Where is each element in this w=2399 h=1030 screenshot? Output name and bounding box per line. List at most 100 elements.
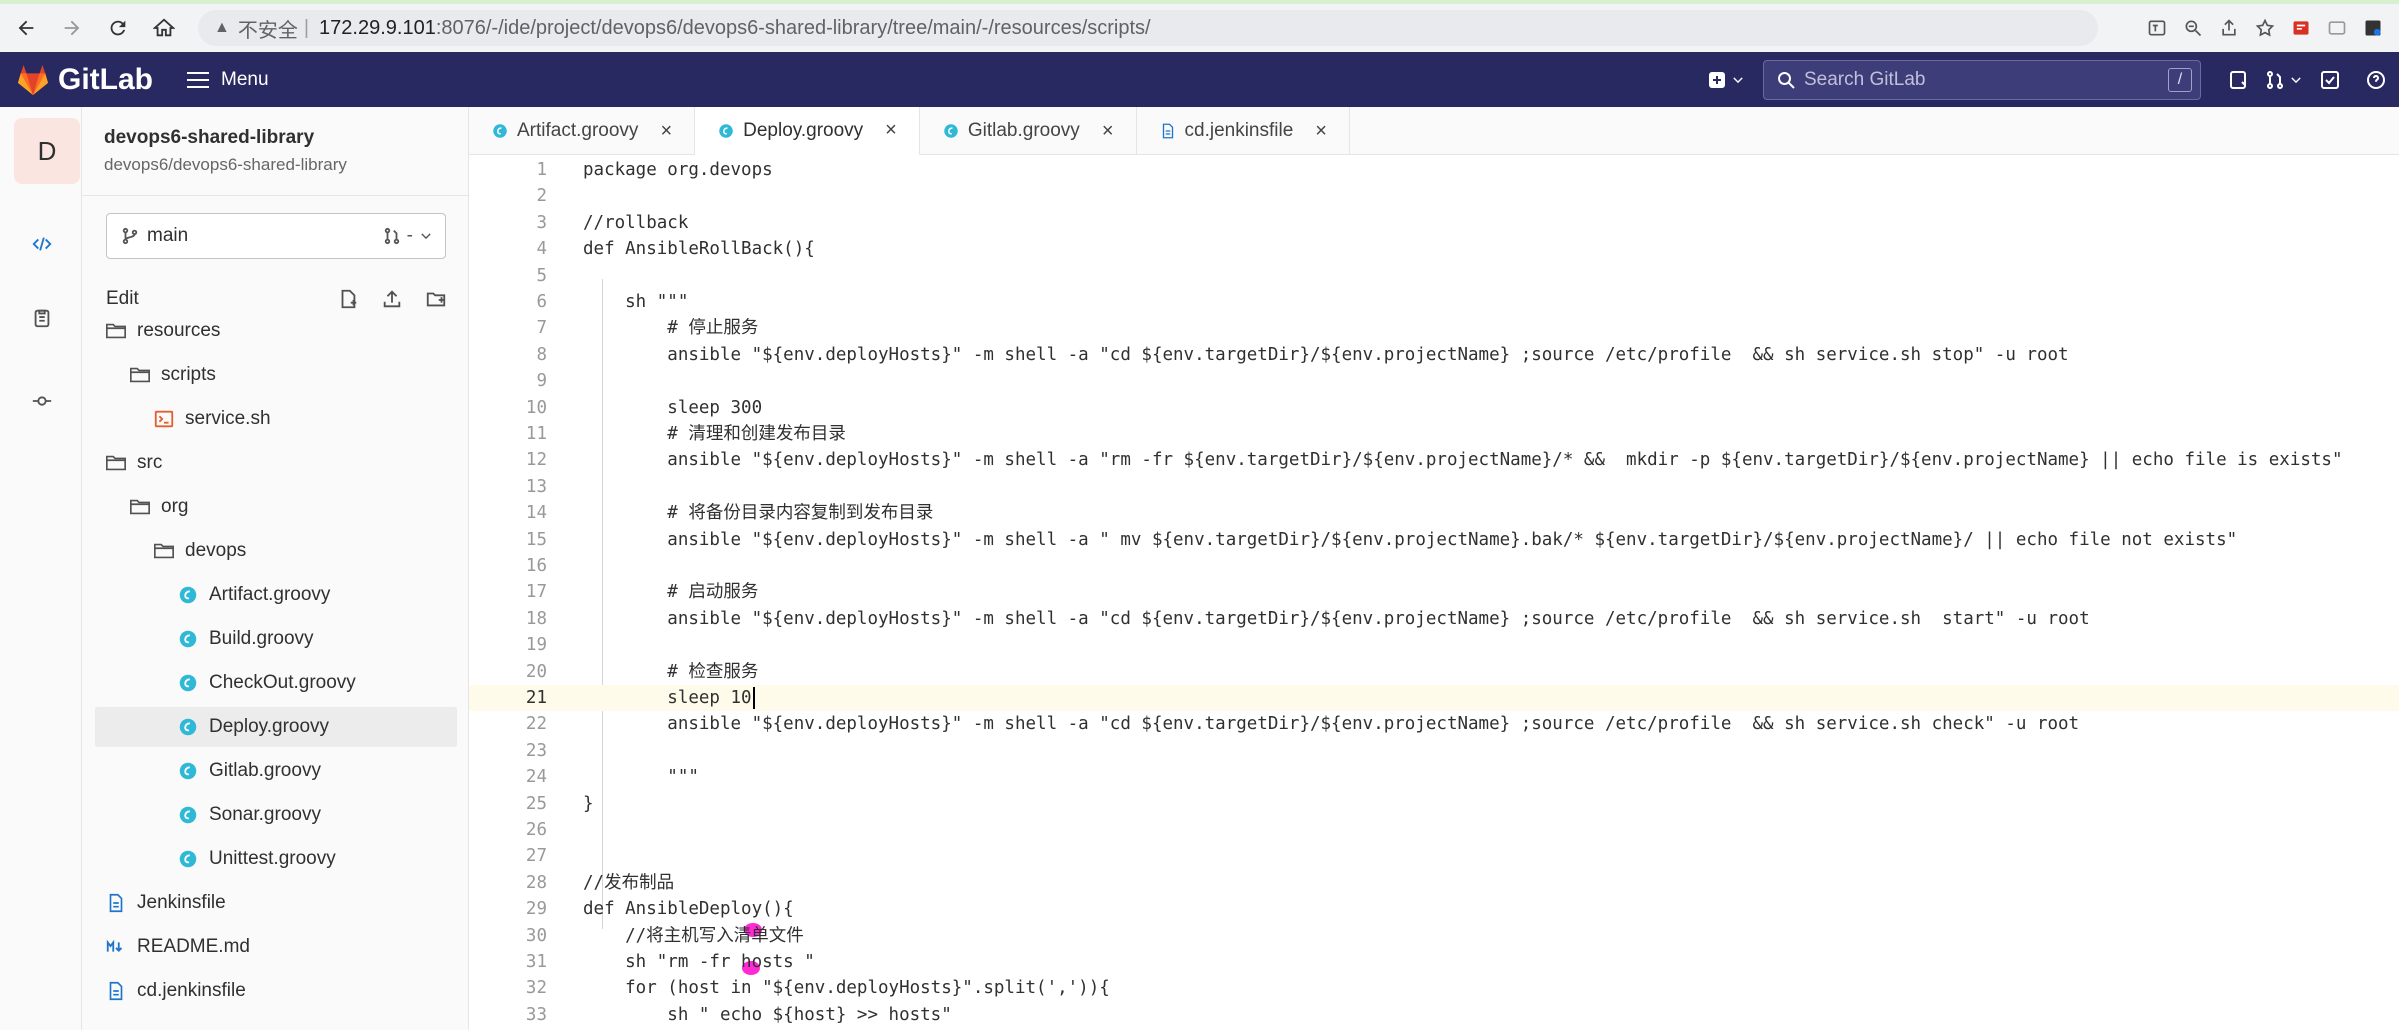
reload-icon <box>110 20 126 36</box>
code-line[interactable]: 27 <box>469 843 2399 869</box>
code-line[interactable]: 29 def AnsibleDeploy(){ <box>469 896 2399 922</box>
help-button[interactable] <box>2353 60 2399 100</box>
menu-button[interactable]: Menu <box>187 69 269 91</box>
code-line[interactable]: 26 <box>469 817 2399 843</box>
tree-item-gitlab-groovy[interactable]: Gitlab.groovy <box>95 751 457 791</box>
project-avatar[interactable]: D <box>14 118 80 184</box>
code-line[interactable]: 13 <box>469 474 2399 500</box>
tree-item-service-sh[interactable]: service.sh <box>95 399 457 439</box>
code-line[interactable]: 8 ansible "${env.deployHosts}" -m shell … <box>469 342 2399 368</box>
code-line[interactable]: 22 ansible "${env.deployHosts}" -m shell… <box>469 711 2399 737</box>
reload-button[interactable] <box>98 8 138 48</box>
issues-icon <box>2230 70 2246 89</box>
code-line[interactable]: 7 # 停止服务 <box>469 315 2399 341</box>
gitlab-header: GitLab Menu / <box>0 52 2399 107</box>
tree-item-unittest-groovy[interactable]: Unittest.groovy <box>95 839 457 879</box>
project-name[interactable]: devops6-shared-library <box>104 127 314 149</box>
address-separator: | <box>303 16 310 39</box>
code-line[interactable]: 11 # 清理和创建发布目录 <box>469 421 2399 447</box>
search-input[interactable] <box>1804 68 2164 91</box>
share-button[interactable] <box>2211 10 2247 46</box>
tree-item-jenkinsfile[interactable]: Jenkinsfile <box>95 883 457 923</box>
tree-item-deploy-groovy[interactable]: Deploy.groovy <box>95 707 457 747</box>
forward-button[interactable] <box>52 8 92 48</box>
zoom-icon <box>2185 20 2202 37</box>
rail-review-button[interactable] <box>22 298 62 338</box>
translate-button[interactable] <box>2139 10 2175 46</box>
close-icon[interactable]: × <box>1315 120 1327 143</box>
close-icon[interactable]: × <box>1102 120 1114 143</box>
issues-button[interactable] <box>2215 60 2261 100</box>
tab-cd-jenkinsfile[interactable]: cd.jenkinsfile × <box>1137 107 1350 155</box>
tab-deploy-groovy[interactable]: Deploy.groovy × <box>695 107 920 155</box>
upload-file-button[interactable] <box>377 284 407 314</box>
code-line[interactable]: 2 <box>469 183 2399 209</box>
code-line[interactable]: 10 sleep 300 <box>469 395 2399 421</box>
tree-item-org[interactable]: org <box>95 487 457 527</box>
code-line[interactable]: 19 <box>469 632 2399 658</box>
code-line[interactable]: 20 # 检查服务 <box>469 659 2399 685</box>
code-line[interactable]: 14 # 将备份目录内容复制到发布目录 <box>469 500 2399 526</box>
code-line[interactable]: 32 for (host in "${env.deployHosts}".spl… <box>469 975 2399 1001</box>
close-icon[interactable]: × <box>885 119 897 142</box>
gitlab-logo[interactable]: GitLab <box>16 63 153 97</box>
zoom-button[interactable] <box>2175 10 2211 46</box>
code-line[interactable]: 9 <box>469 368 2399 394</box>
extension-button[interactable] <box>2283 10 2319 46</box>
tree-item-cd-jenkinsfile[interactable]: cd.jenkinsfile <box>95 971 457 1011</box>
code-line[interactable]: 12 ansible "${env.deployHosts}" -m shell… <box>469 447 2399 473</box>
home-button[interactable] <box>144 8 184 48</box>
rail-edit-button[interactable] <box>22 224 62 264</box>
new-dropdown-button[interactable] <box>1703 60 1749 100</box>
tree-item-checkout-groovy[interactable]: CheckOut.groovy <box>95 663 457 703</box>
code-line[interactable]: 1 package org.devops <box>469 157 2399 183</box>
line-number: 16 <box>525 556 547 576</box>
code-line[interactable]: 21 sleep 10 <box>469 685 2399 711</box>
code-line[interactable]: 25} <box>469 791 2399 817</box>
code-editor[interactable]: 1 package org.devops 2 3//rollback 4 def Ansi… <box>469 155 2399 1030</box>
todos-button[interactable] <box>2307 60 2353 100</box>
tree-item-readme-md[interactable]: README.md <box>95 927 457 967</box>
reader-button[interactable] <box>2319 10 2355 46</box>
line-number: 7 <box>536 318 547 339</box>
code-line[interactable]: 4 def AnsibleRollBack(){ <box>469 236 2399 262</box>
code-line[interactable]: 28 //发布制品 <box>469 870 2399 896</box>
tab-label: Gitlab.groovy <box>967 120 1080 141</box>
code-line[interactable]: 33 sh " echo ${host} >> hosts" <box>469 1002 2399 1028</box>
code-line[interactable]: 31 sh "rm -fr hosts " <box>469 949 2399 975</box>
code-line[interactable]: 5 <box>469 263 2399 289</box>
tree-item-sonar-groovy[interactable]: Sonar.groovy <box>95 795 457 835</box>
new-file-button[interactable] <box>333 284 363 314</box>
line-number: 15 <box>525 529 547 550</box>
branch-selector[interactable]: main - <box>106 213 446 259</box>
star-icon <box>2255 18 2275 37</box>
close-icon[interactable]: × <box>660 120 672 143</box>
code-line[interactable]: 30 //将主机写入清单文件 <box>469 923 2399 949</box>
merge-requests-button[interactable] <box>2261 60 2307 100</box>
rail-commit-button[interactable] <box>22 381 62 421</box>
tree-item-scripts[interactable]: scripts <box>95 355 457 395</box>
new-directory-button[interactable] <box>421 284 451 314</box>
bookmark-button[interactable] <box>2247 10 2283 46</box>
tab-artifact-groovy[interactable]: Artifact.groovy × <box>469 107 696 155</box>
code-line[interactable]: 3 //rollback <box>469 210 2399 236</box>
tree-item-devops[interactable]: devops <box>95 531 457 571</box>
code-line[interactable]: 16 <box>469 553 2399 579</box>
code-line[interactable]: 15 ansible "${env.deployHosts}" -m shell… <box>469 527 2399 553</box>
code-line[interactable]: 23 <box>469 738 2399 764</box>
groovy-file-icon <box>179 762 197 780</box>
tab-gitlab-groovy[interactable]: Gitlab.groovy × <box>920 107 1137 155</box>
search-box[interactable]: / <box>1763 59 2201 100</box>
back-button[interactable] <box>6 8 46 48</box>
line-number: 23 <box>525 740 547 761</box>
address-bar[interactable]: ▲ 不安全 | 172.29.9.101 :8076/-/ide/project… <box>198 10 2098 46</box>
code-line[interactable]: 18 ansible "${env.deployHosts}" -m shell… <box>469 606 2399 632</box>
code-line[interactable]: 17 # 启动服务 <box>469 579 2399 605</box>
tree-item-artifact-groovy[interactable]: Artifact.groovy <box>95 575 457 615</box>
profile-button[interactable] <box>2355 10 2391 46</box>
code-line[interactable]: 24 """ <box>469 764 2399 790</box>
tree-item-build-groovy[interactable]: Build.groovy <box>95 619 457 659</box>
tree-item-resources[interactable]: resources <box>95 311 457 351</box>
code-line[interactable]: 6 sh """ <box>469 289 2399 315</box>
tree-item-src[interactable]: src <box>95 443 457 483</box>
